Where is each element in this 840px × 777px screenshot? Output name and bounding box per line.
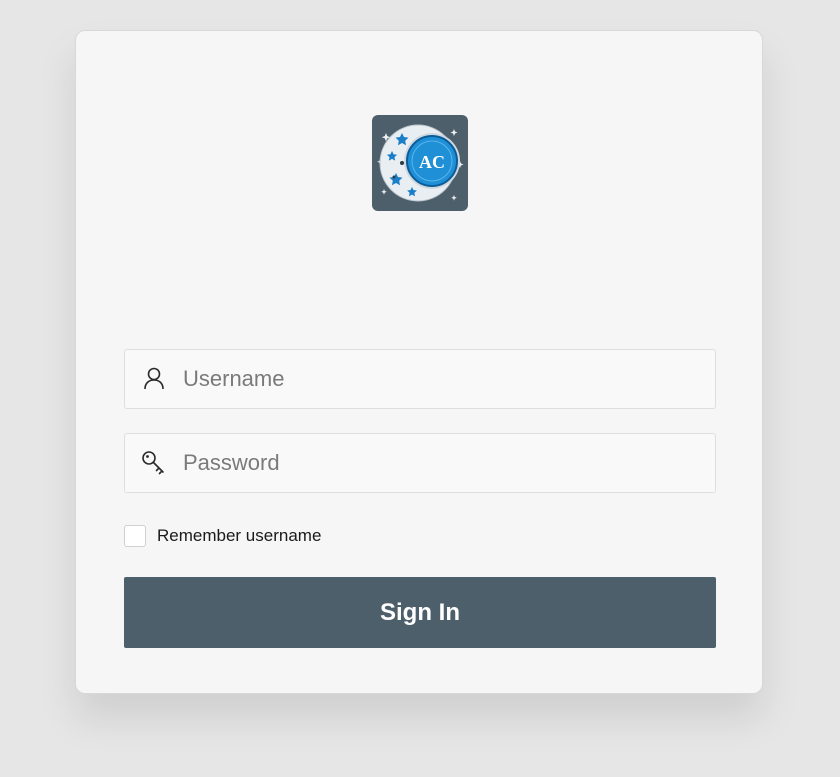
- app-logo: AC: [372, 115, 468, 211]
- remember-username-checkbox[interactable]: [124, 525, 146, 547]
- username-field[interactable]: [124, 349, 716, 409]
- password-field[interactable]: [124, 433, 716, 493]
- svg-text:AC: AC: [419, 152, 445, 172]
- moon-logo-icon: AC: [377, 124, 464, 202]
- password-input[interactable]: [183, 434, 715, 492]
- sign-in-button[interactable]: Sign In: [124, 577, 716, 648]
- username-input[interactable]: [183, 350, 715, 408]
- remember-username[interactable]: Remember username: [124, 523, 321, 549]
- login-card: AC Remember username Sign In: [75, 30, 763, 694]
- key-icon: [125, 434, 183, 492]
- remember-username-label[interactable]: Remember username: [157, 526, 321, 546]
- user-icon: [125, 350, 183, 408]
